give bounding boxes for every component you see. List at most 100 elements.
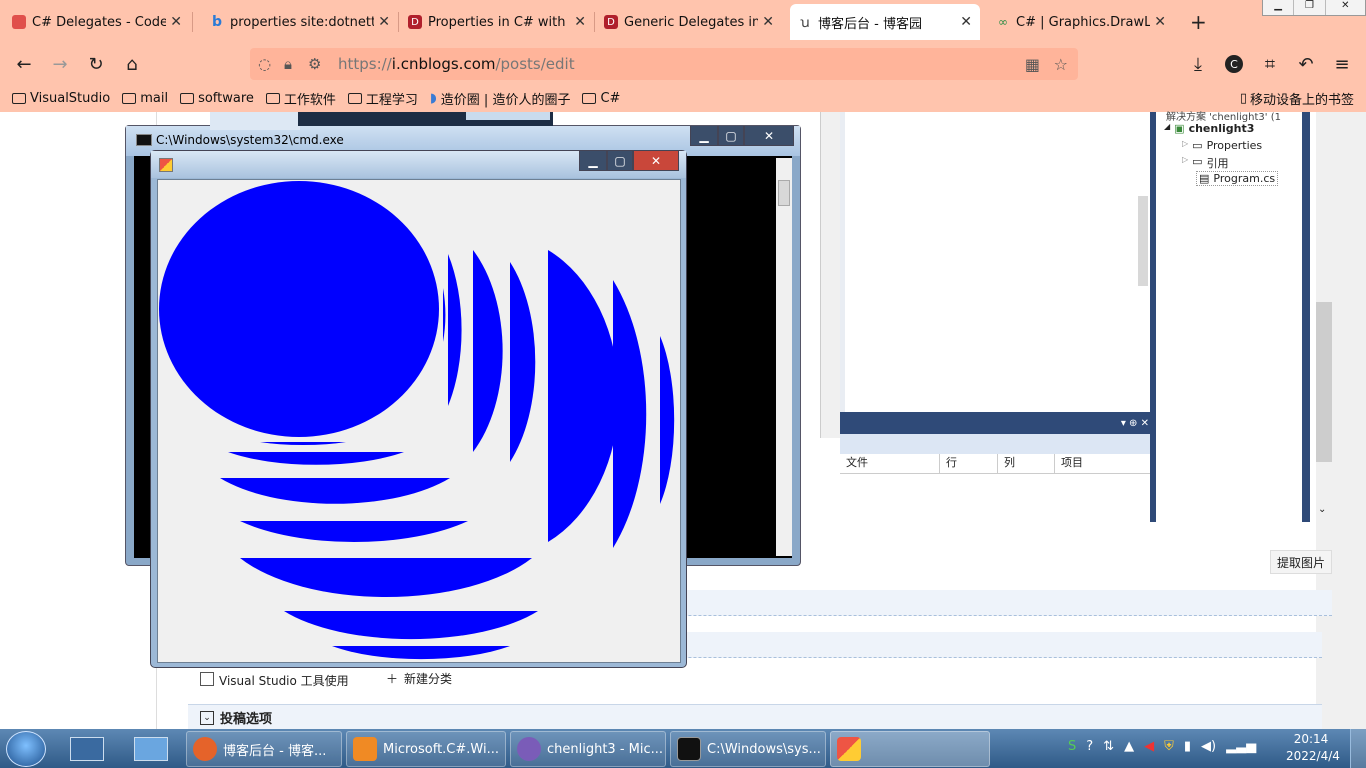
bookmark-csharp[interactable]: C#	[582, 91, 620, 106]
extension-c-icon[interactable]: C	[1222, 52, 1246, 76]
bookmark-software[interactable]: software	[180, 91, 254, 106]
firefox-icon	[193, 737, 217, 761]
tab-properties-csharp[interactable]: D Properties in C# with Re ✕	[400, 0, 594, 44]
collapse-icon[interactable]: ⌄	[200, 710, 214, 725]
volume-mute-icon[interactable]: ◀	[1144, 739, 1154, 754]
category-checkbox[interactable]	[200, 672, 214, 686]
close-icon[interactable]: ✕	[378, 14, 390, 30]
star-icon[interactable]: ☆	[1054, 55, 1068, 74]
references-node[interactable]: ▷ ▭ 引用	[1182, 155, 1229, 171]
close-icon[interactable]: ✕	[960, 14, 972, 30]
panel-pin-icon[interactable]: ▾ ⊕ ✕	[840, 418, 1155, 434]
error-list-header: 文件 行 列 项目	[840, 454, 1155, 474]
show-desktop-button[interactable]	[1350, 729, 1366, 768]
pdf-icon	[353, 737, 377, 761]
editor-scrollbar[interactable]	[820, 112, 840, 438]
clock[interactable]: 20:14 2022/4/4	[1286, 731, 1340, 765]
power-icon[interactable]: ▮	[1184, 739, 1191, 754]
new-tab-button[interactable]: +	[1190, 10, 1207, 34]
close-button[interactable]: ✕	[633, 151, 679, 171]
arc-segment	[284, 611, 538, 640]
folder-icon	[347, 92, 362, 104]
plus-icon: ＋	[386, 672, 399, 686]
app-s-icon[interactable]: S	[1068, 739, 1076, 754]
site-icon: ◗	[429, 90, 437, 106]
bookmark-work-software[interactable]: 工作软件	[265, 89, 336, 108]
signal-icon[interactable]: ▂▃▅	[1226, 739, 1256, 754]
download-icon[interactable]: ⤓	[1186, 52, 1210, 76]
bookmark-mobile[interactable]: ▯ 移动设备上的书签	[1240, 89, 1354, 108]
tab-properties-search[interactable]: b properties site:dotnettut ✕	[202, 0, 398, 44]
collapse-arrow-icon: ▷	[1182, 139, 1189, 148]
bookmark-engineering[interactable]: 工程学习	[347, 89, 418, 108]
arc-segment	[220, 478, 450, 504]
cmd-scrollbar[interactable]	[776, 158, 792, 556]
show-desktop-icon[interactable]	[134, 737, 168, 761]
post-options-section[interactable]: ⌄ 投稿选项	[188, 704, 1322, 730]
form-title-bar[interactable]: ▁ ▢ ✕	[151, 151, 686, 178]
taskbar-item-cmd[interactable]: C:\Windows\sys...	[670, 731, 826, 767]
circle-shape	[159, 181, 439, 437]
taskbar-item-pdf[interactable]: Microsoft.C#.Wi...	[346, 731, 506, 767]
chevron-up-icon[interactable]: ▲	[1124, 739, 1134, 754]
restore-icon[interactable]: ❐	[1293, 0, 1324, 15]
bookmarks-bar: VisualStudio mail software 工作软件 工程学习 ◗ 造价…	[0, 84, 1366, 112]
close-icon[interactable]: ✕	[1324, 0, 1365, 15]
project-node[interactable]: ◢ ▣ chenlight3	[1164, 122, 1254, 135]
speaker-icon[interactable]: ◀)	[1201, 739, 1216, 754]
drawing-canvas	[159, 181, 675, 660]
form-canvas	[157, 179, 681, 663]
maximize-button[interactable]: ▢	[718, 126, 744, 146]
taskbar-item-firefox[interactable]: 博客后台 - 博客...	[186, 731, 342, 767]
tab-graphics-drawline[interactable]: ∞ C# | Graphics.DrawLine() ✕	[988, 0, 1174, 44]
new-category-link[interactable]: ＋新建分类	[386, 670, 452, 687]
start-button[interactable]	[6, 731, 46, 767]
bookmark-visualstudio[interactable]: VisualStudio	[12, 91, 110, 106]
qr-code-icon[interactable]: ▦	[1025, 55, 1040, 74]
minimize-icon[interactable]: ▁	[1263, 0, 1293, 15]
tab-csharp-delegates[interactable]: C# Delegates - Code Ma ✕	[4, 0, 190, 44]
home-icon[interactable]: ⌂	[120, 52, 144, 76]
help-icon[interactable]: ?	[1086, 739, 1093, 754]
arc-segment	[448, 254, 462, 406]
page-scrollbar[interactable]: ⌄	[1316, 112, 1366, 729]
shield-icon: ◌	[258, 55, 272, 73]
arc-segment	[260, 442, 346, 446]
tab-cnblogs-active[interactable]: ꭒ 博客后台 - 博客园 ✕	[790, 4, 980, 40]
taskbar-pinned-icon[interactable]	[70, 737, 104, 761]
close-icon[interactable]: ✕	[1154, 14, 1166, 30]
mobile-icon: ▯	[1239, 90, 1247, 106]
extract-image-button[interactable]: 提取图片	[1270, 550, 1332, 574]
maximize-button[interactable]: ▢	[607, 151, 633, 171]
close-icon[interactable]: ✕	[170, 14, 182, 30]
visual-studio-icon	[517, 737, 541, 761]
close-button[interactable]: ✕	[744, 126, 794, 146]
back-arrow-icon[interactable]: ←	[12, 52, 36, 76]
tab-generic-delegates[interactable]: D Generic Delegates in C# ✕	[596, 0, 782, 44]
properties-icon: ▭	[1192, 139, 1203, 152]
arc-segment	[240, 521, 468, 543]
url-bar[interactable]: ◌ 🔒︎ ⚙ https://i.cnblogs.com/posts/edit …	[250, 48, 1078, 80]
crop-icon[interactable]: ⌗	[1258, 52, 1282, 76]
menu-icon[interactable]: ≡	[1330, 52, 1354, 76]
close-icon[interactable]: ✕	[574, 14, 586, 30]
minimize-button[interactable]: ▁	[579, 151, 607, 171]
arc-segment	[240, 558, 532, 598]
properties-node[interactable]: ▷ ▭ Properties	[1182, 139, 1262, 152]
bookmark-mail[interactable]: mail	[122, 91, 168, 106]
vs-scrollbar[interactable]	[1138, 196, 1148, 286]
taskbar-item-visualstudio[interactable]: chenlight3 - Mic...	[510, 731, 666, 767]
reload-icon[interactable]: ↻	[84, 52, 108, 76]
undo-icon[interactable]: ↶	[1294, 52, 1318, 76]
bookmark-zaojiaquan[interactable]: ◗ 造价圈 | 造价人的圈子	[430, 89, 571, 108]
network-icon[interactable]: ⇅	[1103, 739, 1114, 754]
program-cs-node[interactable]: ▤ Program.cs	[1196, 171, 1279, 186]
arc-segment	[660, 336, 675, 504]
shield-icon[interactable]: ⛨	[1164, 739, 1174, 754]
chevron-down-icon[interactable]: ⌄	[1318, 504, 1326, 515]
minimize-button[interactable]: ▁	[690, 126, 718, 146]
close-icon[interactable]: ✕	[762, 14, 774, 30]
form-icon	[837, 737, 861, 761]
taskbar-item-form[interactable]	[830, 731, 990, 767]
forward-arrow-icon[interactable]: →	[48, 52, 72, 76]
